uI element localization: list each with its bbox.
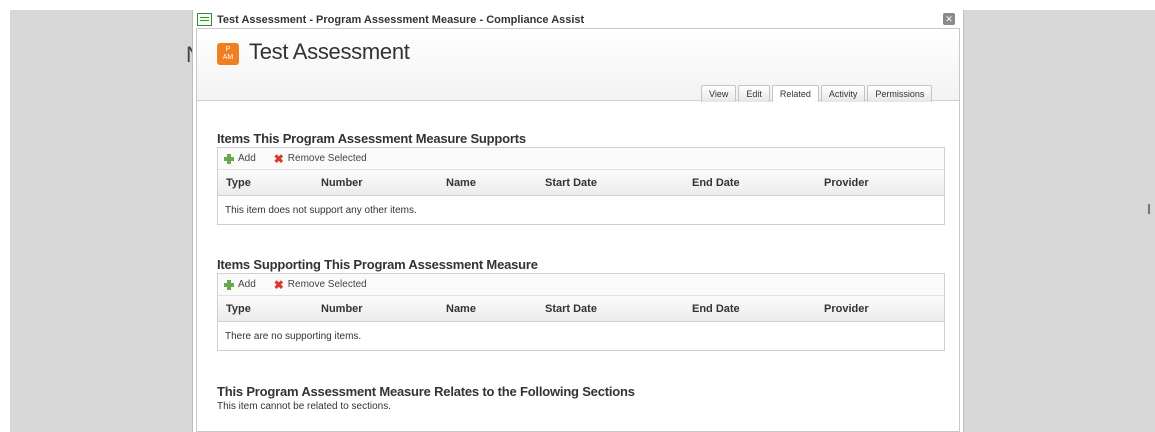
sections-heading: This Program Assessment Measure Relates … [217, 384, 635, 399]
tab-view[interactable]: View [701, 85, 737, 102]
sections-note: This item cannot be related to sections. [217, 401, 391, 412]
plus-icon [224, 279, 234, 290]
tab-edit[interactable]: Edit [738, 85, 770, 102]
supports-column-headers: Type Number Name Start Date End Date Pro… [218, 170, 944, 196]
column-start-date[interactable]: Start Date [545, 177, 597, 189]
column-type[interactable]: Type [226, 177, 251, 189]
plus-icon [224, 153, 234, 164]
record-tabs: View Edit Related Activity Permissions [701, 85, 933, 102]
supports-heading: Items This Program Assessment Measure Su… [217, 131, 526, 146]
supporting-heading: Items Supporting This Program Assessment… [217, 257, 538, 272]
remove-label: Remove Selected [287, 153, 367, 164]
program-assessment-badge-icon: P AM [217, 43, 239, 65]
column-name[interactable]: Name [446, 303, 476, 315]
tab-activity[interactable]: Activity [820, 85, 866, 102]
window-content: P AM Test Assessment View Edit Related A… [196, 28, 960, 432]
supports-toolbar: Add ✖ Remove Selected [218, 148, 944, 170]
column-end-date[interactable]: End Date [692, 303, 740, 315]
add-label: Add [238, 153, 256, 164]
column-start-date[interactable]: Start Date [545, 303, 597, 315]
close-button[interactable]: ✕ [943, 13, 955, 25]
form-icon [197, 13, 212, 26]
supporting-toolbar: Add ✖ Remove Selected [218, 274, 944, 296]
column-provider[interactable]: Provider [824, 177, 869, 189]
supports-remove-selected-button[interactable]: ✖ Remove Selected [273, 151, 367, 166]
supports-empty-message: This item does not support any other ite… [225, 205, 417, 216]
column-type[interactable]: Type [226, 303, 251, 315]
page-title: Test Assessment [249, 39, 410, 64]
modal-window: Test Assessment - Program Assessment Mea… [192, 10, 964, 432]
remove-label: Remove Selected [287, 279, 367, 290]
supports-add-button[interactable]: Add [224, 153, 256, 164]
remove-x-icon: ✖ [273, 151, 284, 166]
tab-related[interactable]: Related [771, 85, 819, 102]
column-number[interactable]: Number [321, 177, 363, 189]
tab-permissions[interactable]: Permissions [867, 85, 933, 102]
supporting-empty-message: There are no supporting items. [225, 331, 362, 342]
badge-line-2: AM [222, 54, 234, 61]
supporting-column-headers: Type Number Name Start Date End Date Pro… [218, 296, 944, 322]
add-label: Add [238, 279, 256, 290]
supporting-add-button[interactable]: Add [224, 279, 256, 290]
badge-line-1: P [225, 46, 231, 53]
column-provider[interactable]: Provider [824, 303, 869, 315]
supporting-remove-selected-button[interactable]: ✖ Remove Selected [273, 277, 367, 292]
record-header: P AM Test Assessment View Edit Related A… [197, 29, 959, 102]
background-marker [1148, 204, 1150, 214]
remove-x-icon: ✖ [273, 277, 284, 292]
column-name[interactable]: Name [446, 177, 476, 189]
window-title: Test Assessment - Program Assessment Mea… [217, 14, 585, 26]
column-end-date[interactable]: End Date [692, 177, 740, 189]
supporting-grid: Add ✖ Remove Selected Type Number Name S… [217, 273, 945, 351]
column-number[interactable]: Number [321, 303, 363, 315]
supports-grid: Add ✖ Remove Selected Type Number Name S… [217, 147, 945, 225]
